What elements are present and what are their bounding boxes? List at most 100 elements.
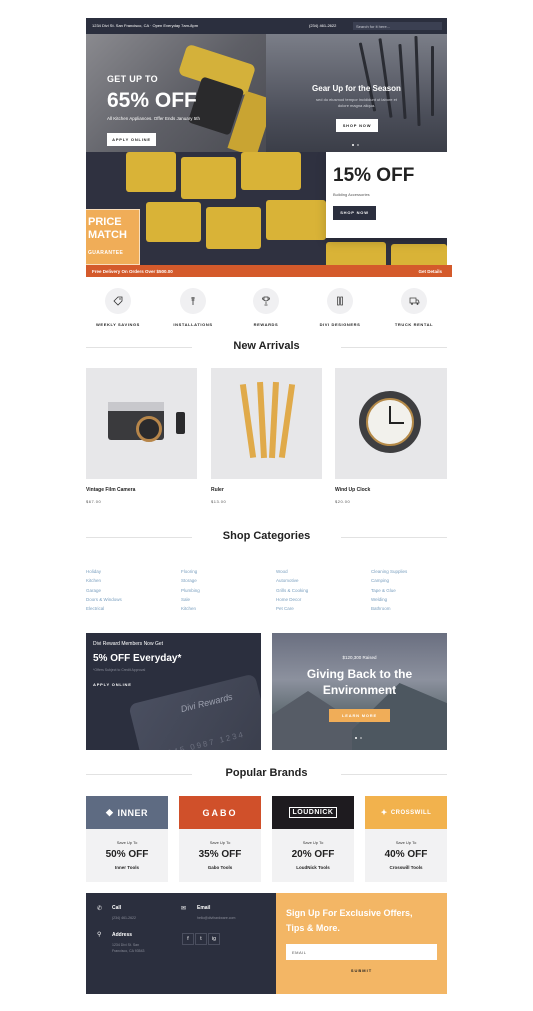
contact-value[interactable]: (234) 461-2622 [112,915,136,921]
product-card[interactable]: Ruler $13.00 [211,368,322,504]
facebook-icon[interactable]: f [182,933,194,945]
headline-line: Environment [322,683,397,697]
brand-save-label: Save Up To [302,840,324,845]
get-details-link[interactable]: Get Details [418,269,442,274]
category-link[interactable]: Bathroom [371,606,461,615]
category-link[interactable]: Doors & Windows [86,597,176,606]
category-column: Flooring Storage Plumbing Sale Kitchen [181,569,271,615]
category-link[interactable]: Home Decor [276,597,366,606]
category-link[interactable]: Sale [181,597,271,606]
product-name[interactable]: Ruler [211,487,322,493]
category-link[interactable]: Kitchen [86,578,176,587]
truck-icon [401,288,427,314]
product-name[interactable]: Vintage Film Camera [86,487,197,493]
slider-dot[interactable] [357,144,359,146]
contact-value[interactable]: hello@divihardware.com [197,915,235,921]
brand-discount: 20% OFF [291,849,335,860]
submit-button[interactable]: SUBMIT [276,968,447,973]
category-link[interactable]: Flooring [181,569,271,578]
brand-name: Gabo Tools [207,865,233,870]
category-link[interactable]: Storage [181,578,271,587]
brand-logo-text: GABO [202,807,238,818]
category-column: Wood Automotive Grills & Cooking Home De… [276,569,366,615]
contact-label: Call [112,905,122,911]
category-link[interactable]: Welding [371,597,461,606]
brand-card[interactable]: GABO Save Up To 35% OFF Gabo Tools [179,796,261,882]
hero-subtext: All Kitchen Appliances. Offer Ends Janua… [107,116,200,121]
category-link[interactable]: Plumbing [181,588,271,597]
product-image[interactable] [335,368,447,479]
brand-name: LoudNick Tools [296,865,330,870]
category-link[interactable]: Holiday [86,569,176,578]
product-price: $20.00 [335,499,351,504]
brand-card[interactable]: ✦ CROSSWILL Save Up To 40% OFF Crosswill… [365,796,447,882]
category-link[interactable]: Electrical [86,606,176,615]
trophy-icon [253,288,279,314]
signup-line: Tips & More. [286,923,340,933]
product-card[interactable]: Vintage Film Camera $67.00 [86,368,197,504]
delivery-text: Free Delivery On Orders Over $500.00 [92,269,173,274]
hero-season-slider: Gear Up for the Season sed do eiusmod te… [266,34,447,152]
category-link[interactable]: Automotive [276,578,366,587]
badge-line: MATCH [88,229,127,241]
feature-divi-designers[interactable]: DIVI DESIGNERS [310,288,370,327]
promo-fineprint: *Offers Subject to Credit Approval [93,668,146,672]
category-link[interactable]: Garage [86,588,176,597]
hero-sale-banner: GET UP TO 65% OFF All Kitchen Appliances… [86,34,266,152]
hero-storage-banner: 15% OFF Building Accessories SHOP NOW PR… [86,152,447,265]
shop-now-button[interactable]: SHOP NOW [333,206,376,220]
shop-now-button[interactable]: SHOP NOW [336,119,378,132]
feature-label: INSTALLATIONS [173,322,213,327]
section-title-new-arrivals: New Arrivals [233,340,300,352]
offer-card: 15% OFF Building Accessories SHOP NOW [326,152,447,238]
brand-card[interactable]: LOUDNICK Save Up To 20% OFF LoudNick Too… [272,796,354,882]
email-field[interactable]: EMAIL [286,944,437,960]
instagram-icon[interactable]: ig [208,933,220,945]
brand-discount: 35% OFF [198,849,242,860]
category-link[interactable]: Wood [276,569,366,578]
category-column: Cleaning Supplies Camping Tape & Glue We… [371,569,461,615]
storage-bin-image [181,157,236,199]
brand-logo[interactable]: ✦ CROSSWILL [365,796,447,829]
product-image[interactable] [211,368,322,479]
category-link[interactable]: Camping [371,578,461,587]
raised-amount: $120,300 Raised [342,655,377,660]
slider-dot[interactable] [360,737,362,739]
twitter-icon[interactable]: t [195,933,207,945]
brand-logo[interactable]: ◆ INNER [86,796,168,829]
brand-card[interactable]: ◆ INNER Save Up To 50% OFF Inner Tools [86,796,168,882]
brand-logo[interactable]: LOUDNICK [272,796,354,829]
category-link[interactable]: Pet Care [276,606,366,615]
slide-subtext: sed do eiusmod tempor incididunt ut labo… [316,97,397,108]
category-link[interactable]: Grills & Cooking [276,588,366,597]
apply-online-button[interactable]: APPLY ONLINE [107,133,156,146]
category-link[interactable]: Kitchen [181,606,271,615]
category-link[interactable]: Tape & Glue [371,588,461,597]
store-phone[interactable]: (234) 461-2622 [309,23,336,28]
brand-logo[interactable]: GABO [179,796,261,829]
card-title: Divi Rewards [179,691,234,715]
feature-truck-rental[interactable]: TRUCK RENTAL [384,288,444,327]
category-link[interactable]: Cleaning Supplies [371,569,461,578]
feature-rewards[interactable]: REWARDS [236,288,296,327]
diamond-icon: ◆ [106,807,114,817]
storage-bin-image [241,152,301,190]
feature-weekly-savings[interactable]: WEEKLY SAVINGS [88,288,148,327]
learn-more-button[interactable]: LEARN MORE [329,709,390,722]
product-name[interactable]: Wind Up Clock [335,487,447,493]
address-line: Francisco, CA 93543 [112,949,145,953]
product-card[interactable]: Wind Up Clock $20.00 [335,368,447,504]
search-input[interactable]: Search for it here... [353,22,442,30]
slider-dot[interactable] [355,737,357,739]
feature-installations[interactable]: INSTALLATIONS [163,288,223,327]
rewards-promo: Divi Rewards 2345 0987 1234 Divi Reward … [86,633,261,750]
contact-label: Address [112,932,133,938]
brand-discount: 50% OFF [105,849,149,860]
storage-bin-image [326,242,386,265]
product-price: $13.00 [211,499,227,504]
rewards-card-image: Divi Rewards 2345 0987 1234 [128,673,261,750]
product-image[interactable] [86,368,197,479]
offer-headline: 15% OFF [333,165,415,186]
slider-dot[interactable] [352,144,354,146]
apply-online-link[interactable]: APPLY ONLINE [93,682,132,687]
